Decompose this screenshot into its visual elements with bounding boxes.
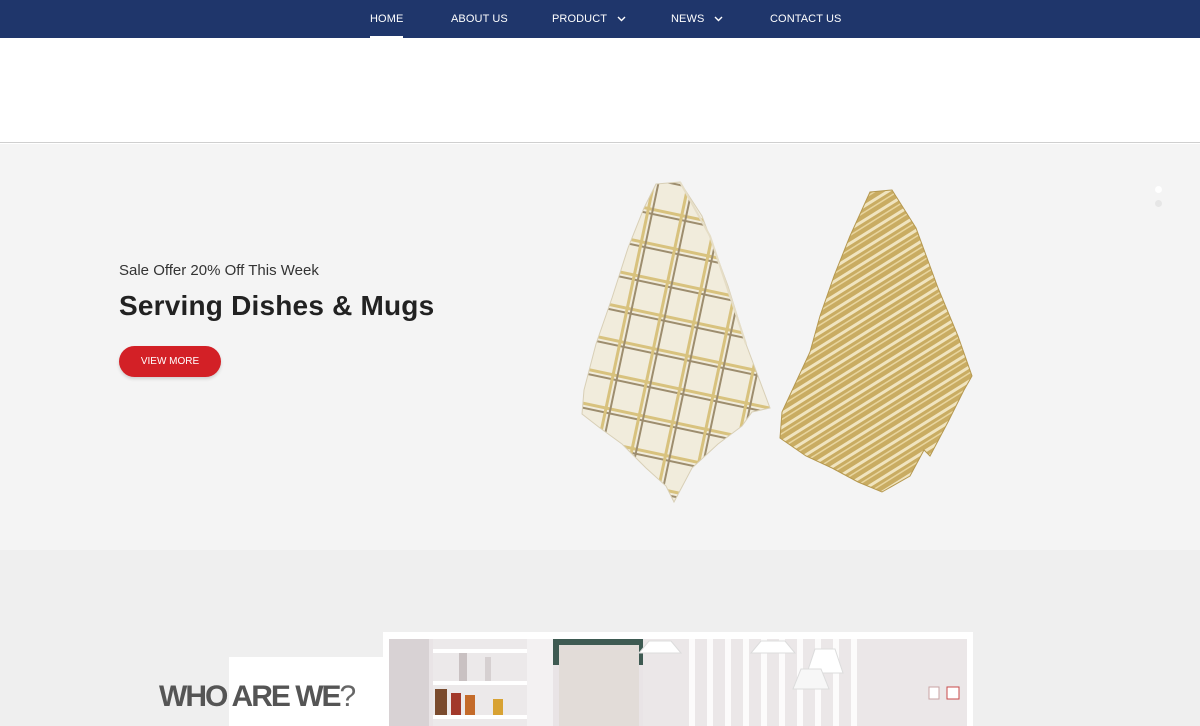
about-title-text: WHO ARE WE xyxy=(159,680,342,713)
slider-dot-active[interactable] xyxy=(1155,186,1162,193)
hero-slider: Sale Offer 20% Off This Week Serving Dis… xyxy=(0,144,1200,550)
tea-towels-image xyxy=(581,181,973,504)
nav-item-news[interactable]: NEWS xyxy=(671,0,723,38)
nav-item-label: ABOUT US xyxy=(451,13,508,25)
nav-item-about-us[interactable]: ABOUT US xyxy=(451,0,508,38)
chevron-down-icon xyxy=(713,14,723,24)
hero-title: Serving Dishes & Mugs xyxy=(119,290,435,321)
nav-item-label: HOME xyxy=(370,13,404,25)
nav-item-home[interactable]: HOME xyxy=(370,0,404,38)
about-title-mark: ? xyxy=(339,680,357,713)
slider-dot[interactable] xyxy=(1155,200,1162,207)
view-more-button[interactable]: VIEW MORE xyxy=(119,346,221,377)
nav-item-label: CONTACT US xyxy=(770,13,842,25)
hero-subtitle: Sale Offer 20% Off This Week xyxy=(119,262,319,279)
nav-item-label: NEWS xyxy=(671,13,705,25)
kitchen-photo xyxy=(389,639,967,726)
about-title: WHO ARE WE? xyxy=(159,680,356,714)
chevron-down-icon xyxy=(616,14,626,24)
about-section: WHO ARE WE? xyxy=(0,550,1200,726)
header-area xyxy=(0,38,1200,143)
nav-item-label: PRODUCT xyxy=(552,13,608,25)
nav-item-contact-us[interactable]: CONTACT US xyxy=(770,0,842,38)
main-nav: HOME ABOUT US PRODUCT NEWS CONTACT US xyxy=(0,0,1200,38)
nav-item-product[interactable]: PRODUCT xyxy=(552,0,626,38)
